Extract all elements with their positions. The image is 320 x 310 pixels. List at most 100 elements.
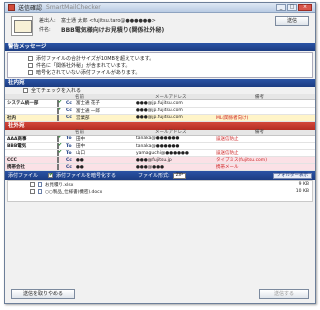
table-row[interactable]: AAA商事 To 田中 tanaka@●●●●●● 誤送信防止 [5, 135, 315, 143]
warning-row[interactable]: 件名に「関係社外秘」が含まれています。 [28, 62, 292, 69]
recipient-checkbox[interactable] [57, 107, 59, 113]
file-checkbox[interactable] [30, 189, 35, 194]
warning-text: 添付ファイルの合計サイズが10MBを超えています。 [36, 56, 155, 62]
name-cell: 富士通 一郎 [74, 107, 134, 115]
list-item[interactable]: お見積り.xlsx 9 KB [8, 181, 312, 188]
type-cell: To [64, 149, 74, 157]
warning-checkbox[interactable] [28, 70, 33, 75]
name-cell: ●● [74, 163, 134, 171]
email-cell: ●●●@jp.fujitsu.com [134, 107, 214, 115]
folder-button[interactable]: フォルダー表示 [272, 172, 312, 179]
note-cell: タイプミス(fujitsu.com) [214, 156, 315, 164]
type-cell: Cc [64, 107, 74, 115]
mail-icon [11, 16, 33, 36]
type-cell: To [64, 135, 74, 143]
attachment-list: お見積り.xlsx 9 KB ○○製品_仕様書(機密).docx 10 KB [7, 180, 313, 202]
note-cell: 誤送信防止 [214, 135, 315, 143]
format-select[interactable]: ZIP [172, 172, 186, 179]
recipient-checkbox[interactable] [57, 135, 59, 142]
subject-label: 件名: [39, 26, 51, 33]
recipient-checkbox[interactable] [57, 156, 59, 163]
org-cell [5, 107, 55, 115]
table-row[interactable]: 携帯会社 Cc ●● ●●●@●●● 携帯メール [5, 163, 315, 171]
warning-text: 暗号化されていない添付ファイルがあります。 [36, 70, 141, 76]
confirm-window: 送信確認 SmartMailChecker _ □ × 差出人: 富士通 太郎 … [4, 2, 316, 304]
window-title: 送信確認 [18, 5, 43, 12]
cancel-send-button[interactable]: 送信を取りやめる [11, 289, 75, 299]
col-name: 名前 [75, 130, 84, 135]
excel-file-icon [38, 182, 42, 187]
note-cell: 誤送信防止 [214, 149, 315, 157]
table-row[interactable]: BBB電気 To 田中 tanaka@●●●●●● [5, 142, 315, 150]
email-cell: ●●●@fujitsu.jp [134, 156, 214, 164]
subject-value: BBB電気様向けお見積り(関係社外秘) [61, 26, 165, 34]
warning-checkbox[interactable] [28, 63, 33, 68]
note-cell: 携帯メール [214, 163, 315, 171]
recipient-checkbox[interactable] [57, 100, 59, 106]
type-cell: To [64, 142, 74, 150]
type-cell: Cc [64, 114, 74, 122]
name-cell: ●● [74, 156, 134, 164]
name-cell: 山口 [74, 149, 134, 157]
recipient-checkbox[interactable] [57, 114, 59, 120]
col-name: 名前 [75, 94, 84, 100]
format-label: ファイル形式: [138, 173, 170, 179]
app-icon [8, 4, 15, 11]
table-row[interactable]: システム統一部 Cc 富士通 花子 ●●●@jp.fujitsu.com [5, 100, 315, 108]
email-cell: tanaka@●●●●●● [134, 142, 214, 150]
col-email: メールアドレス [155, 94, 187, 100]
file-size: 10 KB [295, 189, 309, 194]
file-size: 9 KB [298, 182, 309, 187]
org-cell: BBB電気 [5, 142, 55, 150]
col-note: 備考 [255, 94, 264, 100]
from-value: 富士通 太郎 <fujitsu.taro@●●●●●●> [61, 17, 156, 24]
type-cell: Cc [64, 100, 74, 108]
mail-header: 差出人: 富士通 太郎 <fujitsu.taro@●●●●●●> 件名: BB… [5, 13, 315, 43]
close-button[interactable]: × [298, 4, 312, 11]
minimize-button[interactable]: _ [276, 4, 286, 11]
email-cell: tanaka@●●●●●● [134, 135, 214, 143]
attachments-section-title: 添付ファイル [8, 173, 39, 179]
maximize-button[interactable]: □ [287, 4, 297, 11]
send-button[interactable]: 送信 [275, 16, 309, 26]
app-name: SmartMailChecker [46, 4, 101, 11]
encrypt-checkbox[interactable] [48, 172, 53, 178]
name-cell: 田中 [74, 142, 134, 150]
attachments-bar: 添付ファイル 添付ファイルを暗号化する ファイル形式: ZIP フォルダー表示 [5, 171, 315, 180]
from-label: 差出人: [39, 17, 56, 24]
word-file-icon [38, 189, 42, 194]
col-email: メールアドレス [155, 130, 187, 135]
name-cell: 田中 [74, 135, 134, 143]
file-checkbox[interactable] [30, 182, 35, 187]
table-row[interactable]: To 山口 yamaguchi@●●●●●● 誤送信防止 [5, 149, 315, 157]
file-name: ○○製品_仕様書(機密).docx [45, 189, 103, 195]
recipient-checkbox[interactable] [57, 142, 59, 149]
note-cell [214, 142, 315, 150]
warning-section-title: 警告メッセージ [5, 43, 315, 51]
table-row[interactable]: 社内 Cc 営業部 ●●●@jp.fujitsu.com ML(関係者向け) [5, 114, 315, 122]
internal-section-title: 社内宛 [5, 79, 315, 87]
email-cell: ●●●@jp.fujitsu.com [134, 100, 214, 108]
warning-row[interactable]: 添付ファイルの合計サイズが10MBを超えています。 [28, 55, 292, 62]
recipient-checkbox[interactable] [57, 163, 59, 170]
check-all-checkbox[interactable] [23, 88, 28, 93]
list-item[interactable]: ○○製品_仕様書(機密).docx 10 KB [8, 188, 312, 195]
table-row[interactable]: Cc 富士通 一郎 ●●●@jp.fujitsu.com [5, 107, 315, 115]
footer: 送信を取りやめる 送信する [5, 285, 315, 303]
email-cell: ●●●@●●● [134, 163, 214, 171]
name-cell: 営業部 [74, 114, 134, 122]
org-cell: 携帯会社 [5, 163, 55, 171]
warning-row[interactable]: 暗号化されていない添付ファイルがあります。 [28, 69, 292, 76]
warning-checkbox[interactable] [28, 56, 33, 61]
note-cell [214, 107, 315, 115]
type-cell: Cc [64, 156, 74, 164]
org-cell: AAA商事 [5, 135, 55, 143]
warning-text: 件名に「関係社外秘」が含まれています。 [36, 63, 131, 69]
file-name: お見積り.xlsx [45, 182, 74, 188]
table-row[interactable]: CCC Cc ●● ●●●@fujitsu.jp タイプミス(fujitsu.c… [5, 156, 315, 164]
recipient-checkbox[interactable] [57, 149, 59, 156]
confirm-send-button[interactable]: 送信する [259, 289, 309, 299]
org-cell: CCC [5, 156, 55, 164]
type-cell: Cc [64, 163, 74, 171]
external-table: AAA商事 To 田中 tanaka@●●●●●● 誤送信防止 BBB電気 To… [5, 135, 315, 171]
